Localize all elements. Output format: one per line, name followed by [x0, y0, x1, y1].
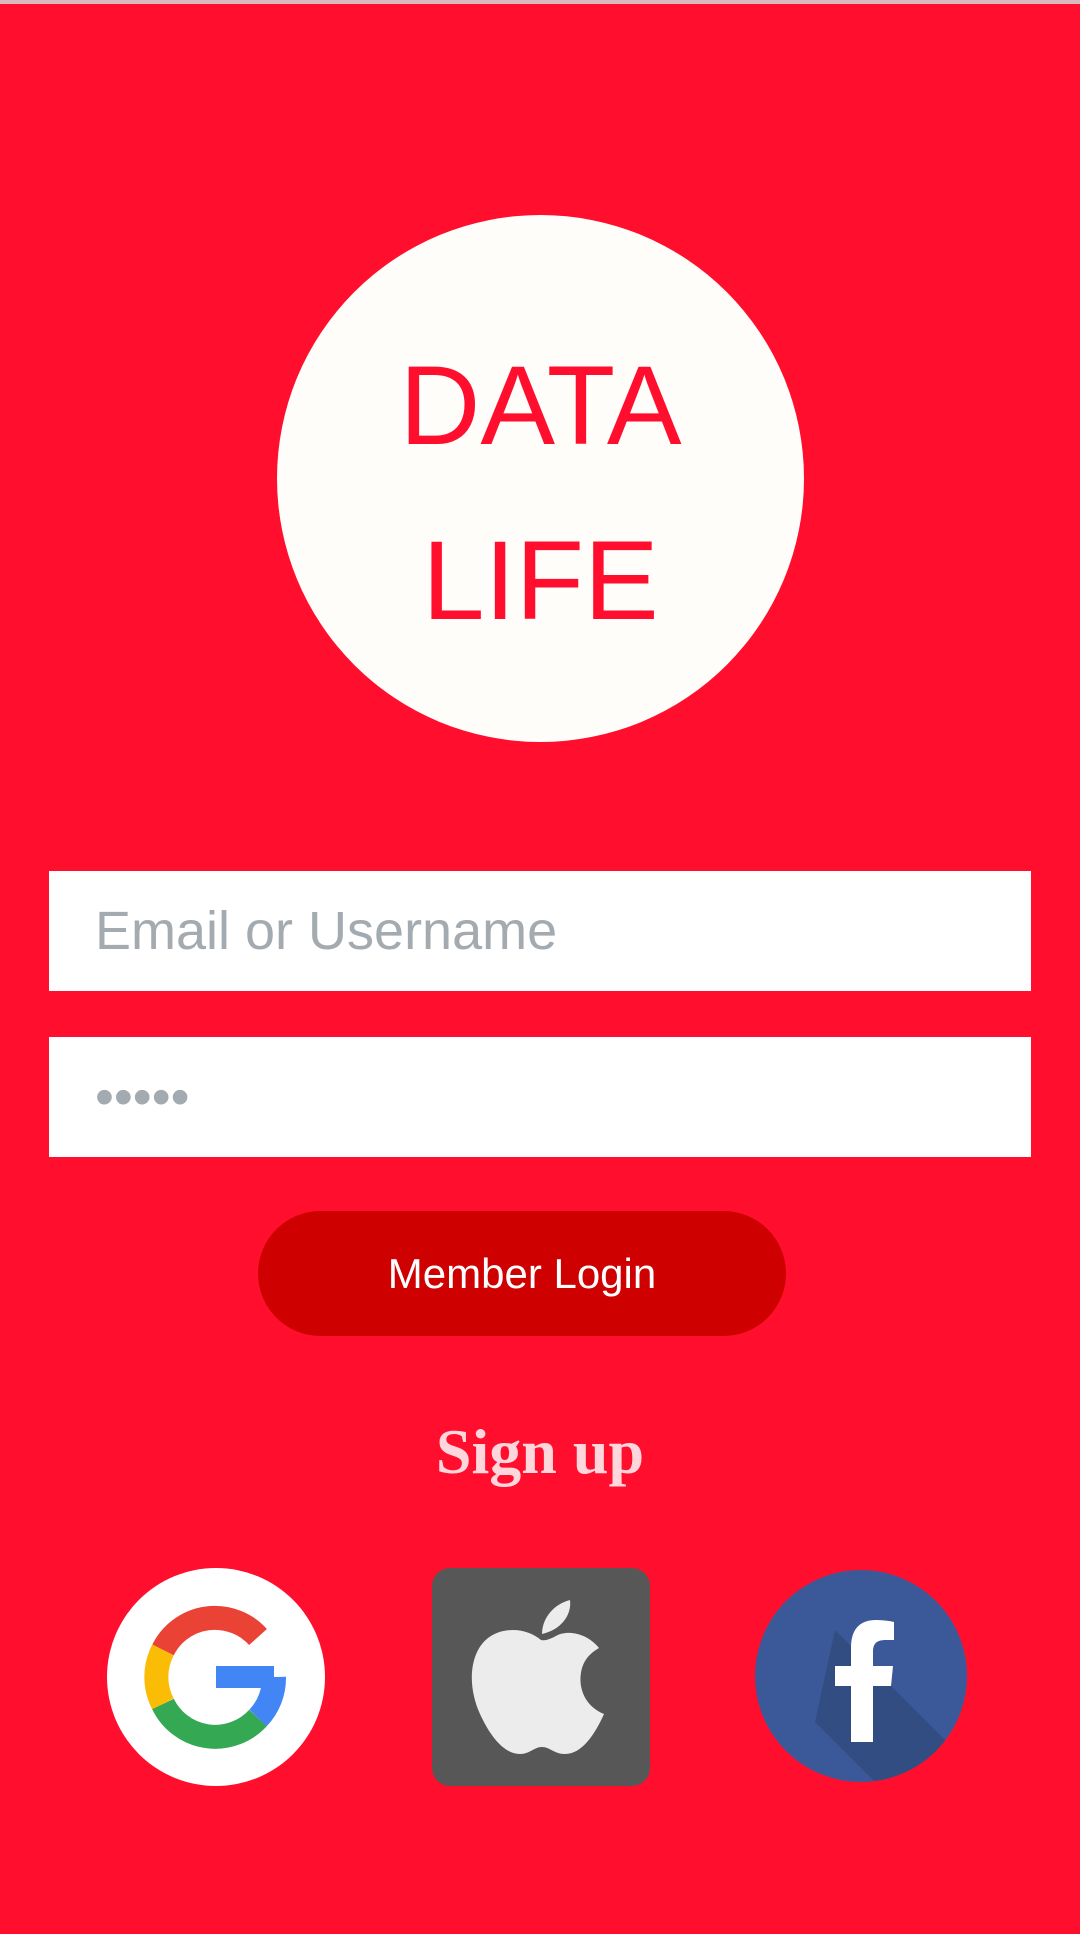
app-logo: DATA LIFE — [277, 215, 804, 742]
sign-up-link[interactable]: Sign up — [0, 1415, 1080, 1489]
email-username-field[interactable] — [49, 871, 1031, 991]
facebook-login-button[interactable] — [755, 1570, 967, 1782]
member-login-button[interactable]: Member Login — [258, 1211, 786, 1336]
logo-text-line-2: LIFE — [422, 518, 659, 643]
google-icon — [144, 1605, 286, 1749]
facebook-icon — [815, 1620, 967, 1782]
google-login-button[interactable] — [107, 1568, 325, 1786]
logo-text-line-1: DATA — [399, 343, 682, 468]
apple-login-button[interactable] — [432, 1568, 650, 1786]
apple-icon — [471, 1600, 604, 1754]
top-divider — [0, 0, 1080, 4]
password-field[interactable] — [49, 1037, 1031, 1157]
